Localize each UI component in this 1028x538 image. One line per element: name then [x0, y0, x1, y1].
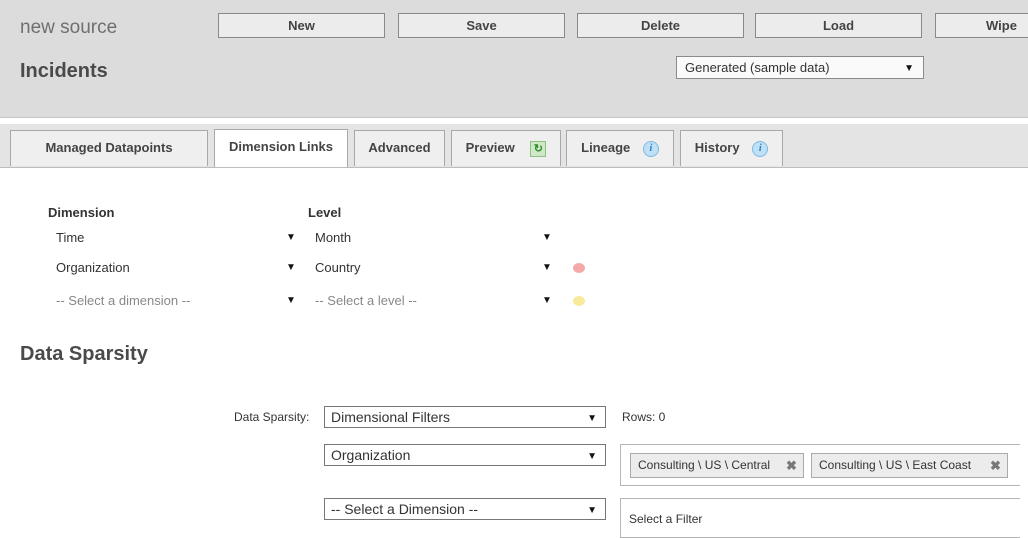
- tab-bar: Managed Datapoints Dimension Links Advan…: [0, 124, 1028, 168]
- dimension-select-value: Time: [56, 230, 85, 245]
- chevron-down-icon: ▼: [286, 295, 296, 306]
- chevron-down-icon: ▼: [587, 413, 597, 424]
- tab-preview[interactable]: Preview ↻: [451, 130, 561, 166]
- filter-dimension-value: Organization: [331, 447, 411, 463]
- sparsity-mode-select[interactable]: Dimensional Filters ▼: [324, 406, 606, 428]
- filter-dimension-placeholder: -- Select a Dimension --: [331, 501, 479, 517]
- filter-chip-box[interactable]: Consulting \ US \ Central ✖ Consulting \…: [620, 444, 1020, 486]
- dimension-column-header: Dimension: [48, 205, 115, 220]
- remove-icon[interactable]: ✖: [990, 454, 1001, 477]
- info-icon[interactable]: i: [752, 140, 769, 157]
- info-icon[interactable]: i: [642, 140, 659, 157]
- dimension-select-placeholder: -- Select a dimension --: [56, 293, 191, 308]
- filter-chip: Consulting \ US \ East Coast ✖: [811, 453, 1008, 478]
- filter-dimension-select[interactable]: Organization ▼: [324, 444, 606, 466]
- tab-label: Preview: [465, 140, 515, 155]
- data-sparsity-label: Data Sparsity:: [234, 410, 310, 424]
- tab-label: Managed Datapoints: [45, 140, 173, 155]
- load-button[interactable]: Load: [755, 13, 922, 38]
- chevron-down-icon: ▼: [542, 262, 552, 273]
- tab-managed-datapoints[interactable]: Managed Datapoints: [10, 130, 208, 166]
- tab-history[interactable]: History i: [680, 130, 783, 166]
- page-title: Incidents: [20, 60, 108, 82]
- filter-chip-label: Consulting \ US \ Central: [638, 458, 771, 472]
- tab-label: History: [694, 140, 740, 155]
- data-source-select[interactable]: Generated (sample data) ▼: [676, 56, 924, 79]
- tab-dimension-links[interactable]: Dimension Links: [214, 129, 348, 167]
- filter-chip: Consulting \ US \ Central ✖: [630, 453, 804, 478]
- dimension-select-value: Organization: [56, 260, 130, 275]
- level-column-header: Level: [308, 205, 342, 220]
- filter-dimension-select[interactable]: -- Select a Dimension -- ▼: [324, 498, 606, 520]
- wipe-button[interactable]: Wipe: [935, 13, 1028, 38]
- save-button[interactable]: Save: [398, 13, 565, 38]
- delete-button[interactable]: Delete: [577, 13, 744, 38]
- chevron-down-icon: ▼: [542, 232, 552, 243]
- chevron-down-icon: ▼: [286, 232, 296, 243]
- chevron-down-icon: ▼: [587, 451, 597, 462]
- filter-input-box[interactable]: Select a Filter: [620, 498, 1020, 538]
- chevron-down-icon: ▼: [587, 505, 597, 516]
- sparsity-mode-value: Dimensional Filters: [331, 409, 451, 425]
- refresh-icon[interactable]: ↻: [530, 140, 547, 157]
- rows-count: Rows: 0: [622, 410, 666, 424]
- tab-label: Advanced: [368, 140, 431, 155]
- level-select-placeholder: -- Select a level --: [315, 293, 417, 308]
- chevron-down-icon: ▼: [286, 262, 296, 273]
- filter-chip-label: Consulting \ US \ East Coast: [819, 458, 972, 472]
- tab-advanced[interactable]: Advanced: [354, 130, 445, 166]
- data-source-select-value: Generated (sample data): [685, 60, 830, 75]
- tab-label: Lineage: [581, 140, 631, 155]
- database-icon[interactable]: [573, 263, 585, 273]
- chevron-down-icon: ▼: [542, 295, 552, 306]
- filter-placeholder: Select a Filter: [629, 512, 703, 526]
- database-icon[interactable]: [573, 296, 585, 306]
- tab-label: Dimension Links: [228, 139, 334, 154]
- source-name: new source: [20, 17, 118, 38]
- remove-icon[interactable]: ✖: [786, 454, 797, 477]
- level-select-value: Country: [315, 260, 361, 275]
- header-panel: new source Incidents New Save Delete Loa…: [0, 0, 1028, 118]
- chevron-down-icon: ▼: [904, 63, 914, 74]
- tab-lineage[interactable]: Lineage i: [566, 130, 674, 166]
- level-select-value: Month: [315, 230, 352, 245]
- section-title: Data Sparsity: [20, 343, 148, 365]
- new-button[interactable]: New: [218, 13, 385, 38]
